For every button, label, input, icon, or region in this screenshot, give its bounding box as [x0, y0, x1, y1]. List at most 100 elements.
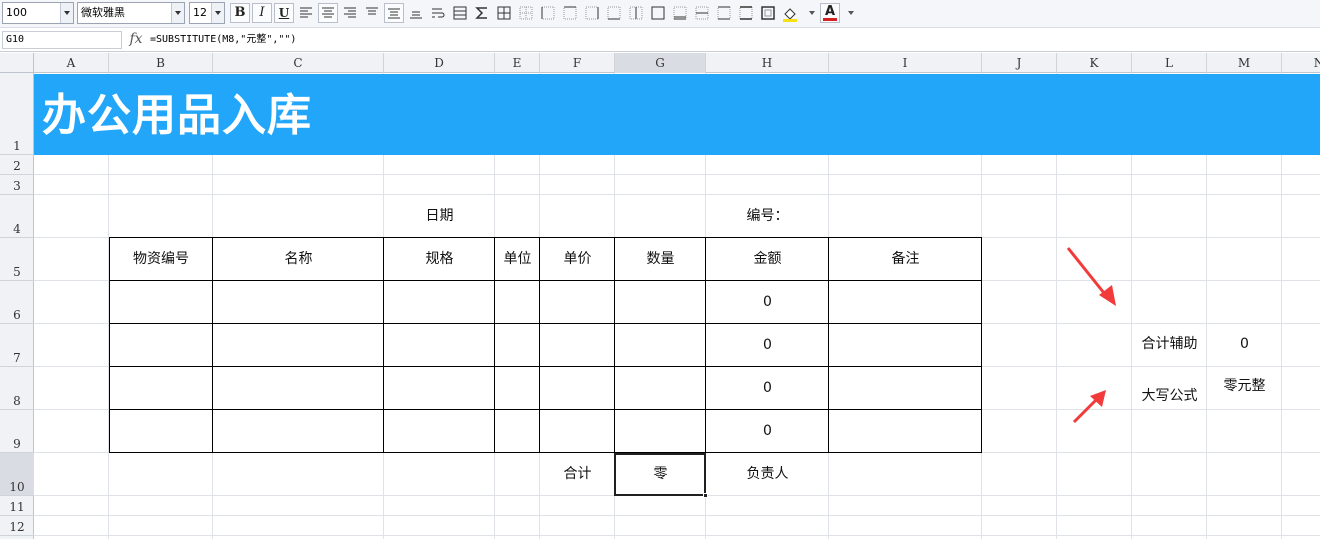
border-icon[interactable]: [516, 3, 536, 23]
chevron-down-icon[interactable]: [60, 3, 73, 23]
border-icon[interactable]: [670, 3, 690, 23]
border-icon[interactable]: [626, 3, 646, 23]
wrap-text-icon[interactable]: [428, 3, 448, 23]
table-border: [981, 237, 982, 453]
chevron-down-icon[interactable]: [171, 3, 184, 23]
fx-icon[interactable]: fx: [126, 30, 146, 50]
fill-handle[interactable]: [703, 493, 708, 498]
column-header[interactable]: K: [1057, 53, 1132, 73]
column-header[interactable]: E: [495, 53, 540, 73]
align-right-icon[interactable]: [340, 3, 360, 23]
table-border: [109, 280, 982, 281]
row-header[interactable]: 1: [0, 73, 34, 155]
zoom-select[interactable]: 100: [2, 2, 74, 24]
total-label: 合计: [563, 466, 592, 482]
helper-label: 合计辅助: [1141, 336, 1198, 352]
row-header[interactable]: 4: [0, 195, 34, 238]
column-headers: A B C D E F G H I J K L M N: [0, 53, 1320, 73]
font-size-value: 12: [193, 6, 207, 19]
table-border: [109, 452, 982, 453]
chevron-down-icon[interactable]: [848, 11, 854, 15]
table-border: [109, 323, 982, 324]
align-middle-icon[interactable]: [384, 3, 404, 23]
uppercase-label: 大写公式: [1141, 388, 1198, 404]
row-header[interactable]: 10: [0, 453, 34, 496]
arrow-down-right-icon: [1066, 247, 1116, 306]
chevron-down-icon[interactable]: [211, 3, 224, 23]
column-header[interactable]: M: [1207, 53, 1282, 73]
header-cell: 单价: [563, 251, 592, 267]
border-icon[interactable]: [560, 3, 580, 23]
chevron-down-icon[interactable]: [809, 11, 815, 15]
border-icon[interactable]: [538, 3, 558, 23]
border-icon[interactable]: [582, 3, 602, 23]
row-header[interactable]: 7: [0, 324, 34, 367]
amount-cell[interactable]: 0: [706, 292, 829, 312]
border-icon[interactable]: [758, 3, 778, 23]
row-header[interactable]: 8: [0, 367, 34, 410]
column-header[interactable]: L: [1132, 53, 1207, 73]
row-header[interactable]: 3: [0, 175, 34, 195]
fill-color-icon[interactable]: [780, 3, 800, 23]
row-header[interactable]: 6: [0, 281, 34, 324]
column-header[interactable]: N: [1282, 53, 1320, 73]
font-name-select[interactable]: 微软雅黑: [77, 2, 185, 24]
align-left-icon[interactable]: [296, 3, 316, 23]
align-top-icon[interactable]: [362, 3, 382, 23]
column-header[interactable]: B: [109, 53, 213, 73]
amount-cell[interactable]: 0: [706, 421, 829, 441]
column-header[interactable]: F: [540, 53, 615, 73]
row-headers: 1 2 3 4 5 6 7 8 9 10 11 12: [0, 73, 34, 539]
align-center-icon[interactable]: [318, 3, 338, 23]
border-icon[interactable]: [604, 3, 624, 23]
arrow-up-right-icon: [1072, 390, 1106, 424]
row-header[interactable]: 9: [0, 410, 34, 453]
column-header[interactable]: I: [829, 53, 982, 73]
helper-value[interactable]: 0: [1207, 334, 1282, 354]
column-header[interactable]: A: [34, 53, 109, 73]
formula-bar: G10 fx =SUBSTITUTE(M8,"元整",""): [0, 28, 1320, 52]
row-header[interactable]: 11: [0, 496, 34, 516]
column-header[interactable]: J: [982, 53, 1057, 73]
row-header[interactable]: 12: [0, 516, 34, 536]
formatting-toolbar: 100 微软雅黑 12 B I U A: [0, 0, 1320, 28]
border-icon[interactable]: [736, 3, 756, 23]
border-icon[interactable]: [648, 3, 668, 23]
underline-button[interactable]: U: [274, 3, 294, 23]
header-cell: 备注: [891, 251, 920, 267]
column-header[interactable]: G: [615, 53, 706, 73]
header-cell: 单位: [503, 251, 532, 267]
font-color-button[interactable]: A: [820, 3, 840, 23]
autosum-icon[interactable]: [472, 3, 492, 23]
bold-button[interactable]: B: [230, 3, 250, 23]
header-cell: 金额: [753, 251, 782, 267]
header-cell: 规格: [425, 251, 454, 267]
number-label: 编号：: [746, 208, 789, 224]
row-header[interactable]: 2: [0, 155, 34, 175]
merge-cells-icon[interactable]: [450, 3, 470, 23]
header-cell: 数量: [646, 251, 675, 267]
selected-cell-outline[interactable]: [614, 453, 706, 496]
italic-button[interactable]: I: [252, 3, 272, 23]
uppercase-value[interactable]: 零元整: [1207, 376, 1282, 396]
date-label: 日期: [425, 208, 454, 224]
amount-cell[interactable]: 0: [706, 335, 829, 355]
column-header[interactable]: D: [384, 53, 495, 73]
font-size-select[interactable]: 12: [189, 2, 225, 24]
align-bottom-icon[interactable]: [406, 3, 426, 23]
name-box[interactable]: G10: [2, 31, 122, 49]
border-icon[interactable]: [714, 3, 734, 23]
font-color-swatch: [823, 18, 837, 21]
formula-input[interactable]: =SUBSTITUTE(M8,"元整",""): [150, 32, 296, 48]
row-header[interactable]: 5: [0, 238, 34, 281]
column-header[interactable]: H: [706, 53, 829, 73]
person-label: 负责人: [746, 466, 789, 482]
all-borders-icon[interactable]: [494, 3, 514, 23]
select-all-corner[interactable]: [0, 53, 34, 73]
zoom-value: 100: [6, 6, 27, 19]
sheet-title: 办公用品入库: [42, 90, 312, 141]
amount-cell[interactable]: 0: [706, 378, 829, 398]
border-icon[interactable]: [692, 3, 712, 23]
table-border: [109, 366, 982, 367]
column-header[interactable]: C: [213, 53, 384, 73]
